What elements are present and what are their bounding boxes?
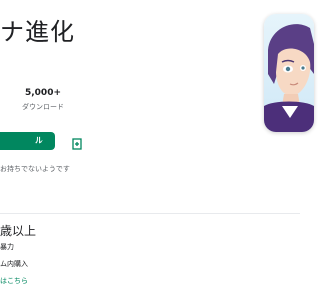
downloads-stat: 5,000+ ダウンロード: [18, 88, 68, 112]
wishlist-icon[interactable]: [71, 135, 83, 150]
avatar-illustration: [264, 24, 314, 132]
downloads-value: 5,000+: [24, 88, 61, 98]
section-divider: [0, 213, 300, 214]
rating-detail-violence: 暴力: [0, 243, 14, 251]
content-rating-title: 歳以上: [0, 224, 37, 238]
downloads-caption: ダウンロード: [22, 103, 64, 111]
app-icon[interactable]: [264, 14, 314, 132]
rating-details-link[interactable]: はこちら: [0, 276, 28, 286]
device-compat-note: お持ちでないようです: [0, 165, 70, 173]
rating-detail-iap: ム内購入: [0, 260, 28, 268]
share-icon[interactable]: [40, 134, 54, 148]
app-title: ナ進化: [0, 18, 75, 46]
